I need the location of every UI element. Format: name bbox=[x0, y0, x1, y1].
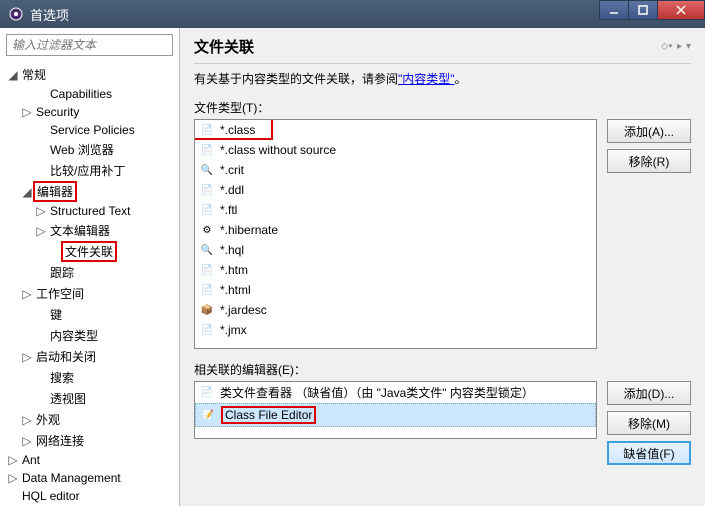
file-icon: 📄 bbox=[199, 202, 215, 218]
tree-ant[interactable]: ▷Ant bbox=[0, 451, 179, 469]
tree-service-policies[interactable]: Service Policies bbox=[0, 121, 179, 139]
file-types-label: 文件类型(T)： bbox=[194, 99, 691, 116]
file-type-item[interactable]: 📄*.jmx bbox=[195, 320, 596, 340]
tree-capabilities[interactable]: Capabilities bbox=[0, 85, 179, 103]
collapse-icon[interactable]: ◢ bbox=[6, 68, 20, 82]
search-icon: 🔍 bbox=[199, 242, 215, 258]
tree-startup[interactable]: ▷启动和关闭 bbox=[0, 346, 179, 367]
filter-input[interactable] bbox=[6, 34, 173, 56]
expand-icon[interactable]: ▷ bbox=[34, 224, 48, 238]
class-icon: 📄 bbox=[199, 122, 215, 138]
expand-icon[interactable]: ▷ bbox=[20, 434, 34, 448]
close-button[interactable] bbox=[657, 0, 705, 20]
class-icon: 📄 bbox=[199, 385, 215, 401]
expand-icon[interactable]: ▷ bbox=[20, 350, 34, 364]
maximize-button[interactable] bbox=[628, 0, 658, 20]
add-file-type-button[interactable]: 添加(A)... bbox=[607, 119, 691, 143]
add-editor-button[interactable]: 添加(D)... bbox=[607, 381, 691, 405]
file-type-item[interactable]: 🔍*.crit bbox=[195, 160, 596, 180]
tree-appearance[interactable]: ▷外观 bbox=[0, 409, 179, 430]
editor-item[interactable]: 📄类文件查看器 （缺省值）（由 "Java类文件" 内容类型锁定） bbox=[195, 382, 596, 403]
editor-icon: 📝 bbox=[200, 407, 216, 423]
description: 有关基于内容类型的文件关联，请参阅"内容类型"。 bbox=[194, 70, 691, 87]
tree-file-assoc[interactable]: 文件关联 bbox=[0, 241, 179, 262]
file-icon: 📄 bbox=[199, 282, 215, 298]
fwd-icon[interactable]: ▸ bbox=[677, 41, 682, 52]
tree-network[interactable]: ▷网络连接 bbox=[0, 430, 179, 451]
file-type-item[interactable]: 📄*.ftl bbox=[195, 200, 596, 220]
preference-tree[interactable]: ◢常规 Capabilities ▷Security Service Polic… bbox=[0, 62, 179, 506]
collapse-icon[interactable]: ◢ bbox=[20, 185, 34, 199]
editor-item-selected[interactable]: 📝Class File Editor bbox=[195, 403, 596, 427]
window-buttons bbox=[600, 0, 705, 28]
expand-icon[interactable]: ▷ bbox=[34, 204, 48, 218]
class-icon: 📄 bbox=[199, 142, 215, 158]
expand-icon[interactable]: ▷ bbox=[6, 453, 20, 467]
page-title: 文件关联 bbox=[194, 36, 254, 57]
tree-compare[interactable]: 比较/应用补丁 bbox=[0, 160, 179, 181]
file-type-item[interactable]: 📄*.ddl bbox=[195, 180, 596, 200]
tree-content-types[interactable]: 内容类型 bbox=[0, 325, 179, 346]
minimize-button[interactable] bbox=[599, 0, 629, 20]
tree-hql[interactable]: HQL editor bbox=[0, 487, 179, 505]
file-type-item[interactable]: 📄*.class bbox=[195, 120, 596, 140]
remove-file-type-button[interactable]: 移除(R) bbox=[607, 149, 691, 173]
jar-icon: 📦 bbox=[199, 302, 215, 318]
tree-security[interactable]: ▷Security bbox=[0, 103, 179, 121]
left-panel: ◢常规 Capabilities ▷Security Service Polic… bbox=[0, 28, 180, 506]
gear-icon: ⚙ bbox=[199, 222, 215, 238]
editors-list[interactable]: 📄类文件查看器 （缺省值）（由 "Java类文件" 内容类型锁定） 📝Class… bbox=[194, 381, 597, 439]
page-nav: ⬦▾ ▸ ▾ bbox=[661, 41, 691, 52]
default-button[interactable]: 缺省值(F) bbox=[607, 441, 691, 465]
back-icon[interactable]: ⬦▾ bbox=[661, 41, 673, 52]
tree-perspectives[interactable]: 透视图 bbox=[0, 388, 179, 409]
tree-editors[interactable]: ◢编辑器 bbox=[0, 181, 179, 202]
content-types-link[interactable]: "内容类型" bbox=[398, 72, 455, 86]
tree-workspace[interactable]: ▷工作空间 bbox=[0, 283, 179, 304]
app-icon bbox=[8, 6, 24, 22]
menu-icon[interactable]: ▾ bbox=[686, 41, 691, 52]
assoc-editors-label: 相关联的编辑器(E)： bbox=[194, 361, 691, 378]
file-icon: 📄 bbox=[199, 182, 215, 198]
expand-icon[interactable]: ▷ bbox=[20, 287, 34, 301]
remove-editor-button[interactable]: 移除(M) bbox=[607, 411, 691, 435]
file-type-item[interactable]: 📄*.class without source bbox=[195, 140, 596, 160]
file-type-item[interactable]: 📄*.htm bbox=[195, 260, 596, 280]
tree-data-mgmt[interactable]: ▷Data Management bbox=[0, 469, 179, 487]
expand-icon[interactable]: ▷ bbox=[6, 471, 20, 485]
file-types-list[interactable]: 📄*.class 📄*.class without source 🔍*.crit… bbox=[194, 119, 597, 349]
file-type-item[interactable]: 🔍*.hql bbox=[195, 240, 596, 260]
tree-web-browser[interactable]: Web 浏览器 bbox=[0, 139, 179, 160]
content-area: ◢常规 Capabilities ▷Security Service Polic… bbox=[0, 28, 705, 506]
tree-trace[interactable]: 跟踪 bbox=[0, 262, 179, 283]
tree-keys[interactable]: 键 bbox=[0, 304, 179, 325]
tree-structured-text[interactable]: ▷Structured Text bbox=[0, 202, 179, 220]
titlebar: 首选项 bbox=[0, 0, 705, 28]
search-icon: 🔍 bbox=[199, 162, 215, 178]
expand-icon[interactable]: ▷ bbox=[20, 105, 34, 119]
expand-icon[interactable]: ▷ bbox=[20, 413, 34, 427]
right-panel: 文件关联 ⬦▾ ▸ ▾ 有关基于内容类型的文件关联，请参阅"内容类型"。 文件类… bbox=[180, 28, 705, 506]
tree-text-editors[interactable]: ▷文本编辑器 bbox=[0, 220, 179, 241]
file-type-item[interactable]: ⚙*.hibernate bbox=[195, 220, 596, 240]
tree-search[interactable]: 搜索 bbox=[0, 367, 179, 388]
file-icon: 📄 bbox=[199, 262, 215, 278]
file-icon: 📄 bbox=[199, 322, 215, 338]
file-type-item[interactable]: 📦*.jardesc bbox=[195, 300, 596, 320]
tree-general[interactable]: ◢常规 bbox=[0, 64, 179, 85]
window-title: 首选项 bbox=[30, 5, 69, 24]
file-type-item[interactable]: 📄*.html bbox=[195, 280, 596, 300]
